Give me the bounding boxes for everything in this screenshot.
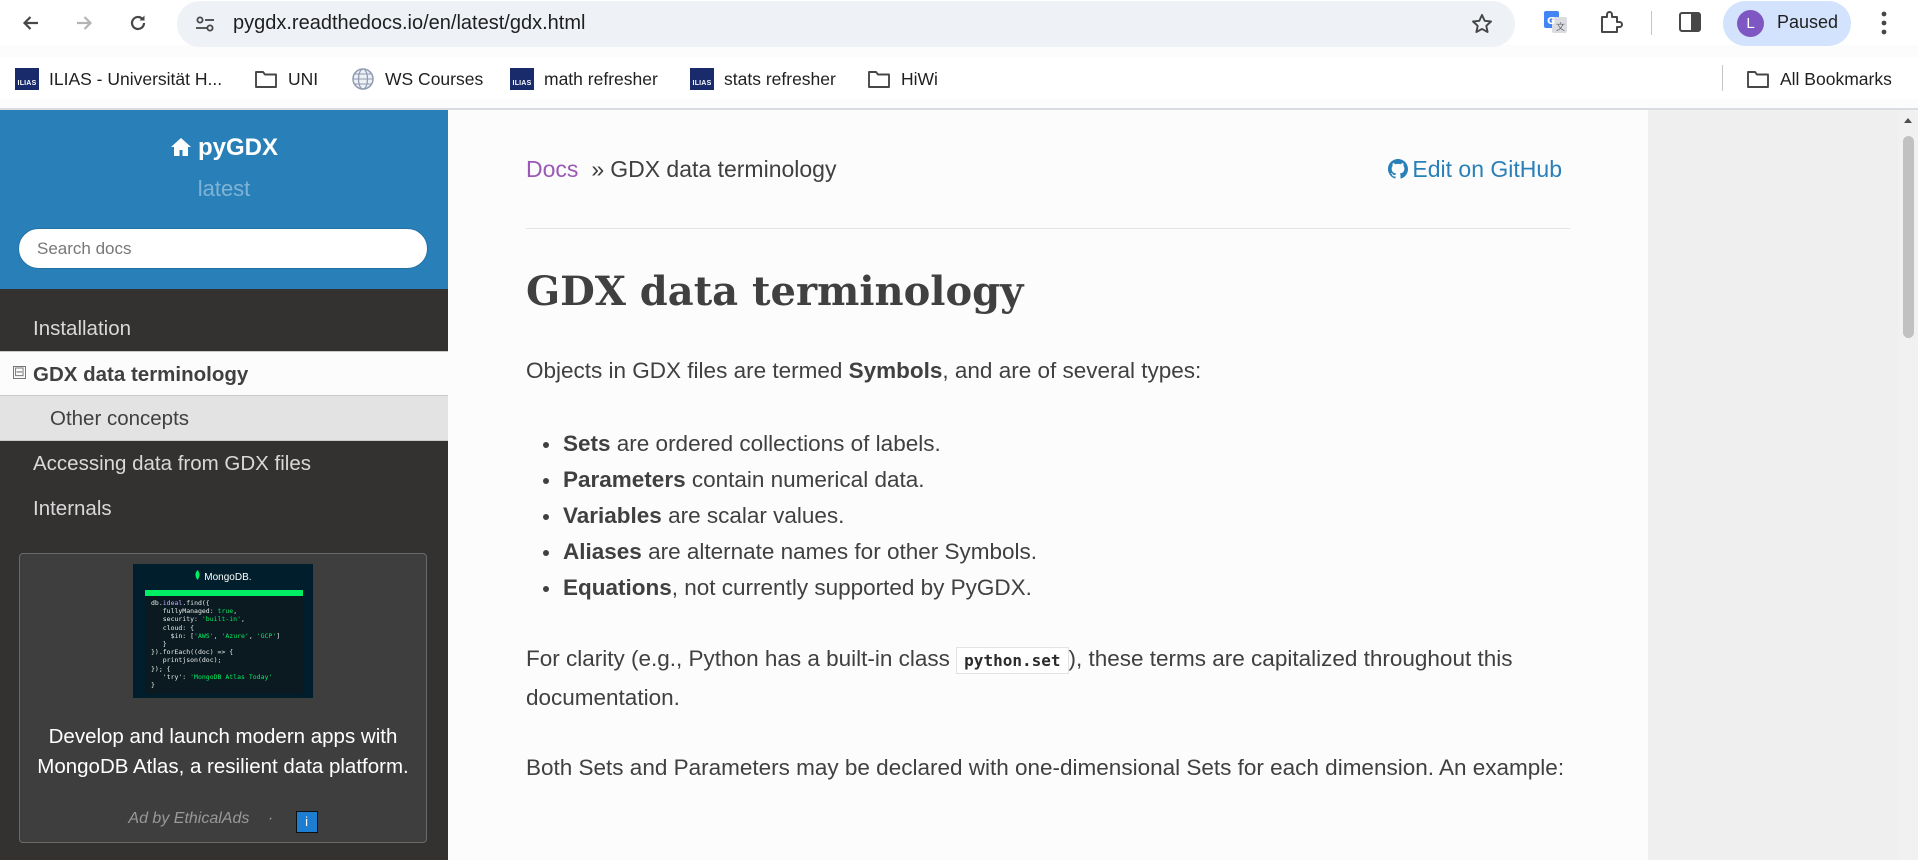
- ad-dot: ·: [267, 810, 274, 827]
- reload-button[interactable]: [122, 7, 154, 39]
- browser-toolbar: pygdx.readthedocs.io/en/latest/gdx.html …: [0, 0, 1918, 47]
- list-item: Aliases are alternate names for other Sy…: [542, 534, 1037, 570]
- ethical-ad[interactable]: MongoDB. db.ideal.find({ fullyManaged: t…: [19, 553, 427, 843]
- back-button[interactable]: [15, 7, 47, 39]
- bookmark-ws-courses[interactable]: WS Courses: [351, 67, 483, 91]
- scrollbar[interactable]: [1898, 110, 1918, 860]
- profile-button[interactable]: L Paused: [1723, 1, 1851, 46]
- bookmarks-bar: ILIAS ILIAS - Universität H... UNI WS Co…: [0, 57, 1918, 99]
- bookmark-label: ILIAS - Universität H...: [49, 68, 223, 89]
- sidebar-item-gdx-data-terminology[interactable]: ⊟ GDX data terminology: [0, 351, 448, 396]
- github-icon: [1388, 159, 1409, 179]
- list-item: Variables are scalar values.: [542, 498, 1037, 534]
- bookmark-label: WS Courses: [385, 68, 484, 89]
- clarity-paragraph: For clarity (e.g., Python has a built-in…: [526, 646, 1513, 710]
- sidebar-item-label: GDX data terminology: [33, 363, 249, 386]
- ad-image[interactable]: MongoDB. db.ideal.find({ fullyManaged: t…: [133, 564, 313, 698]
- all-bookmarks-label: All Bookmarks: [1780, 68, 1892, 89]
- list-item: Sets are ordered collections of labels.: [542, 426, 1037, 462]
- menu-kebab-icon[interactable]: [1874, 8, 1894, 43]
- version-label: latest: [197, 176, 251, 201]
- home-icon: [170, 136, 192, 164]
- page-title: GDX data terminology: [526, 268, 1024, 315]
- scroll-thumb[interactable]: [1903, 136, 1914, 338]
- breadcrumb-current: GDX data terminology: [610, 156, 837, 182]
- bookmark-math-refresher[interactable]: ILIAS math refresher: [510, 67, 658, 91]
- svg-text:文: 文: [1556, 21, 1565, 33]
- sidebar-item-label: Installation: [33, 317, 132, 340]
- folder-icon: [254, 69, 278, 89]
- folder-icon: [1746, 69, 1770, 89]
- breadcrumb-separator: »: [591, 156, 605, 182]
- list-item: Equations, not currently supported by Py…: [542, 570, 1037, 606]
- main-content: Docs» GDX data terminology Edit on GitHub…: [448, 110, 1648, 860]
- ad-code-snippet: db.ideal.find({ fullyManaged: true, secu…: [145, 590, 303, 694]
- scroll-up-arrow-icon[interactable]: [1904, 118, 1912, 123]
- breadcrumb-divider: [526, 228, 1570, 229]
- intro-paragraph: Objects in GDX files are termed Symbols,…: [526, 358, 1202, 383]
- forward-button[interactable]: [68, 7, 100, 39]
- ad-by-link[interactable]: Ad by EthicalAds: [128, 810, 249, 827]
- project-name: pyGDX: [197, 134, 278, 161]
- url-text[interactable]: pygdx.readthedocs.io/en/latest/gdx.html: [233, 12, 585, 35]
- bookmark-hiwi[interactable]: HiWi: [867, 67, 938, 91]
- ad-logo-text: MongoDB.: [204, 572, 252, 583]
- edit-link-label: Edit on GitHub: [1412, 156, 1562, 182]
- bookmark-star-icon[interactable]: [1470, 12, 1494, 41]
- page-gutter: [1648, 110, 1898, 860]
- docs-sidebar: pyGDX latest Installation ⊟ GDX data ter…: [0, 110, 448, 860]
- sidebar-header: pyGDX latest: [0, 110, 448, 289]
- bookmark-label: HiWi: [901, 68, 938, 89]
- forward-arrow-icon: [77, 16, 93, 30]
- ilias-icon: ILIAS: [690, 68, 714, 90]
- breadcrumb-docs-link[interactable]: Docs: [526, 156, 578, 182]
- collapse-toggle-icon[interactable]: ⊟: [13, 365, 26, 379]
- info-icon[interactable]: i: [295, 811, 318, 833]
- ilias-icon: ILIAS: [510, 68, 534, 90]
- sidebar-item-installation[interactable]: Installation: [0, 306, 448, 351]
- symbol-types-list: Sets are ordered collections of labels. …: [542, 426, 1037, 606]
- side-panel-icon[interactable]: [1677, 9, 1703, 40]
- search-input[interactable]: [18, 228, 428, 269]
- symbols-term: Symbols: [848, 358, 943, 383]
- profile-status: Paused: [1777, 12, 1839, 32]
- address-bar[interactable]: pygdx.readthedocs.io/en/latest/gdx.html: [177, 1, 1515, 47]
- globe-icon: [351, 67, 375, 91]
- avatar: L: [1737, 10, 1764, 37]
- list-item: Parameters contain numerical data.: [542, 462, 1037, 498]
- bookmark-uni[interactable]: UNI: [254, 67, 318, 91]
- mongodb-logo: MongoDB.: [133, 570, 313, 583]
- bookmark-label: math refresher: [544, 68, 658, 89]
- bookmark-label: stats refresher: [724, 68, 836, 89]
- bookmark-ilias[interactable]: ILIAS ILIAS - Universität H...: [15, 67, 222, 91]
- folder-icon: [867, 69, 891, 89]
- sidebar-item-internals[interactable]: Internals: [0, 486, 448, 531]
- site-info-icon[interactable]: [194, 13, 216, 40]
- extensions-puzzle-icon[interactable]: [1598, 9, 1624, 40]
- sidebar-item-label: Other concepts: [50, 407, 190, 430]
- all-bookmarks[interactable]: All Bookmarks: [1746, 67, 1892, 91]
- edit-on-github-link[interactable]: Edit on GitHub: [1388, 156, 1562, 183]
- bookmarks-divider: [1722, 65, 1723, 91]
- ad-text[interactable]: Develop and launch modern apps with Mong…: [20, 722, 426, 782]
- reload-icon: [130, 15, 146, 31]
- sidebar-item-other-concepts[interactable]: Other concepts: [0, 396, 448, 441]
- project-home-link[interactable]: pyGDX: [0, 134, 448, 164]
- bookmark-label: UNI: [288, 68, 319, 89]
- bookmark-stats-refresher[interactable]: ILIAS stats refresher: [690, 67, 836, 91]
- svg-text:G: G: [1547, 16, 1555, 27]
- sidebar-item-label: Internals: [33, 497, 112, 520]
- sidebar-item-label: Accessing data from GDX files: [33, 452, 311, 475]
- ilias-icon: ILIAS: [15, 68, 39, 90]
- inline-code: python.set: [956, 647, 1069, 674]
- back-arrow-icon: [22, 16, 38, 30]
- ad-attribution: Ad by EthicalAds · i: [20, 810, 426, 833]
- google-translate-icon[interactable]: G文: [1543, 9, 1569, 40]
- sidebar-item-accessing-data[interactable]: Accessing data from GDX files: [0, 441, 448, 486]
- breadcrumb: Docs » GDX data terminology: [526, 156, 836, 183]
- toolbar-divider: [1651, 11, 1652, 35]
- example-paragraph: Both Sets and Parameters may be declared…: [526, 755, 1565, 780]
